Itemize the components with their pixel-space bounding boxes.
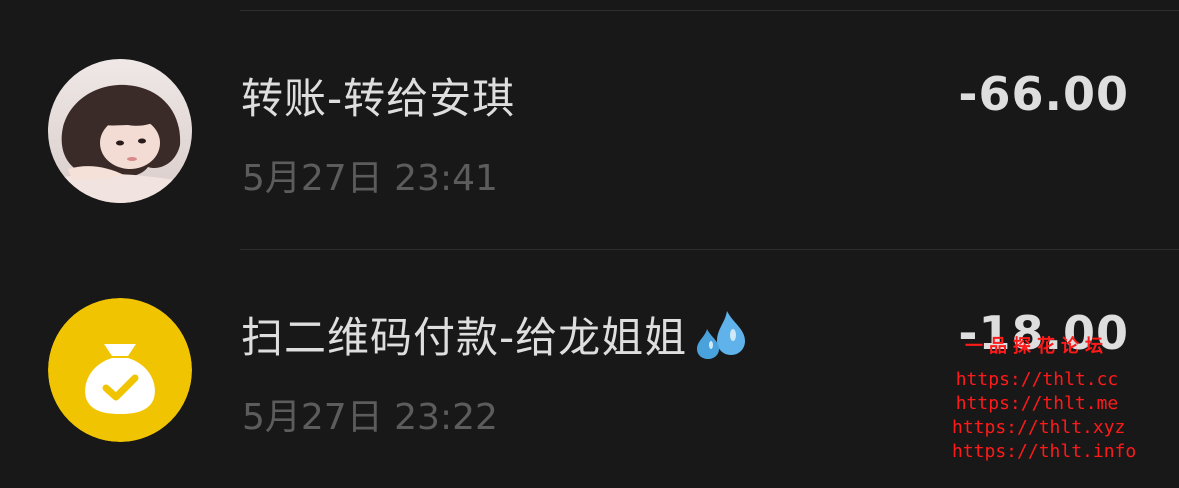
watermark-url: https://thlt.me [955,393,1119,414]
watermark-url: https://thlt.cc [955,369,1119,390]
watermark-url: https://thlt.xyz [952,417,1126,438]
user-avatar [48,59,192,203]
money-bag-check-icon [48,298,192,442]
transaction-time: 5月27日 23:41 [242,158,498,199]
transaction-row[interactable]: 转账-转给安琪 5月27日 23:41 -66.00 [0,11,1179,249]
transaction-title-text: 扫二维码付款-给龙姐姐 [241,313,688,362]
transaction-title: 转账-转给安琪 [241,74,516,123]
watermark-url: https://thlt.info [952,441,1137,462]
user-avatar-photo [48,59,192,203]
watermark: 一品探花论坛 https://thlt.cc https://thlt.me h… [952,332,1137,464]
payment-avatar [48,298,192,442]
transaction-time: 5月27日 23:22 [242,397,498,438]
transaction-title: 扫二维码付款-给龙姐姐 [241,304,751,373]
transaction-amount: -66.00 [958,67,1129,121]
watermark-title: 一品探花论坛 [965,336,1109,357]
sweat-droplets-icon [693,309,751,373]
